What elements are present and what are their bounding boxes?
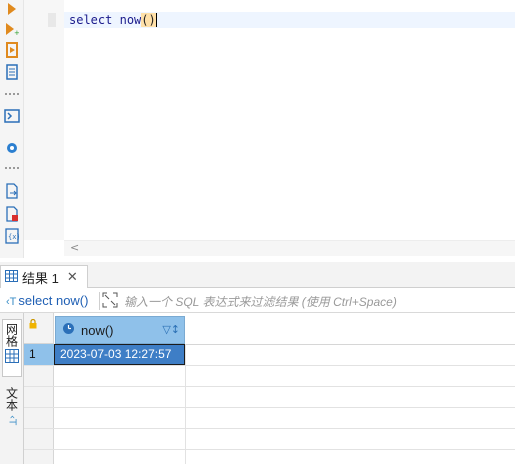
export-icon[interactable] [3,182,21,200]
column-header-now[interactable]: now() ▽↕ [55,316,185,344]
settings-icon[interactable] [3,139,21,157]
column-divider [185,344,186,464]
editor-horizontal-scrollbar[interactable]: < [64,240,515,256]
close-icon[interactable]: ✕ [67,271,78,284]
variables-icon[interactable]: {x} [3,227,21,245]
header-border [185,344,515,345]
filter-sort-icon[interactable]: ▽↕ [162,323,180,336]
clock-icon [62,322,75,338]
terminal-icon[interactable] [3,107,21,125]
tab-result-1[interactable]: 结果 1 ✕ [0,265,88,288]
line-marker [48,13,56,27]
sql-keyword: select [69,13,113,27]
execute-script-icon[interactable] [3,41,21,59]
query-label: ‹T select now() [6,293,88,308]
svg-text:+: + [14,29,19,36]
explain-plan-icon[interactable] [3,63,21,81]
filter-bar: ‹T select now() 输入一个 SQL 表达式来过滤结果 (使用 Ctr… [0,289,515,313]
toolbar-separator [5,93,19,95]
save-script-icon[interactable] [3,205,21,223]
text-caret [155,13,157,27]
row-divider [24,407,515,408]
text-view-icon: ‹T [6,415,18,426]
query-text: select now() [18,293,89,308]
editor-toolbar: + {x} [0,0,24,258]
run-new-tab-icon[interactable]: + [3,20,21,38]
filter-divider [99,292,100,310]
row-divider [24,386,515,387]
tab-text-label: 文本 [4,387,19,411]
tab-text[interactable]: 文本 ‹T [2,387,22,437]
tab-label: 结果 1 [22,270,59,286]
editor-gutter [24,0,64,240]
results-view-tabs: 网格 文本 ‹T [0,313,24,464]
table-cell-selected[interactable]: 2023-07-03 12:27:57 [54,344,185,365]
query-icon: ‹T [6,296,17,308]
toolbar-separator [5,167,19,169]
row-divider [24,365,515,366]
results-tab-bar: 结果 1 ✕ [0,262,515,288]
sql-editor[interactable] [64,0,515,240]
lock-icon [29,319,37,329]
table-icon [5,269,18,285]
tab-grid[interactable]: 网格 [2,319,22,377]
filter-input[interactable]: 输入一个 SQL 表达式来过滤结果 (使用 Ctrl+Space) [102,292,510,310]
results-grid[interactable]: now() ▽↕ 1 2023-07-03 12:27:57 [24,313,515,464]
row-number[interactable]: 1 [24,344,54,365]
expand-icon[interactable] [102,292,118,311]
row-divider [24,449,515,450]
tab-grid-label: 网格 [4,323,19,347]
row-divider [24,428,515,429]
scroll-left-icon[interactable]: < [70,241,79,255]
column-header-label: now() [81,322,114,338]
grid-corner [24,313,54,344]
sql-parens: () [141,13,156,27]
run-icon[interactable] [3,0,21,18]
filter-placeholder: 输入一个 SQL 表达式来过滤结果 (使用 Ctrl+Space) [124,294,397,309]
grid-icon [5,349,19,366]
sql-function: now [119,13,142,27]
svg-text:{x}: {x} [8,233,19,241]
sql-code-line[interactable]: select now() [69,13,157,27]
